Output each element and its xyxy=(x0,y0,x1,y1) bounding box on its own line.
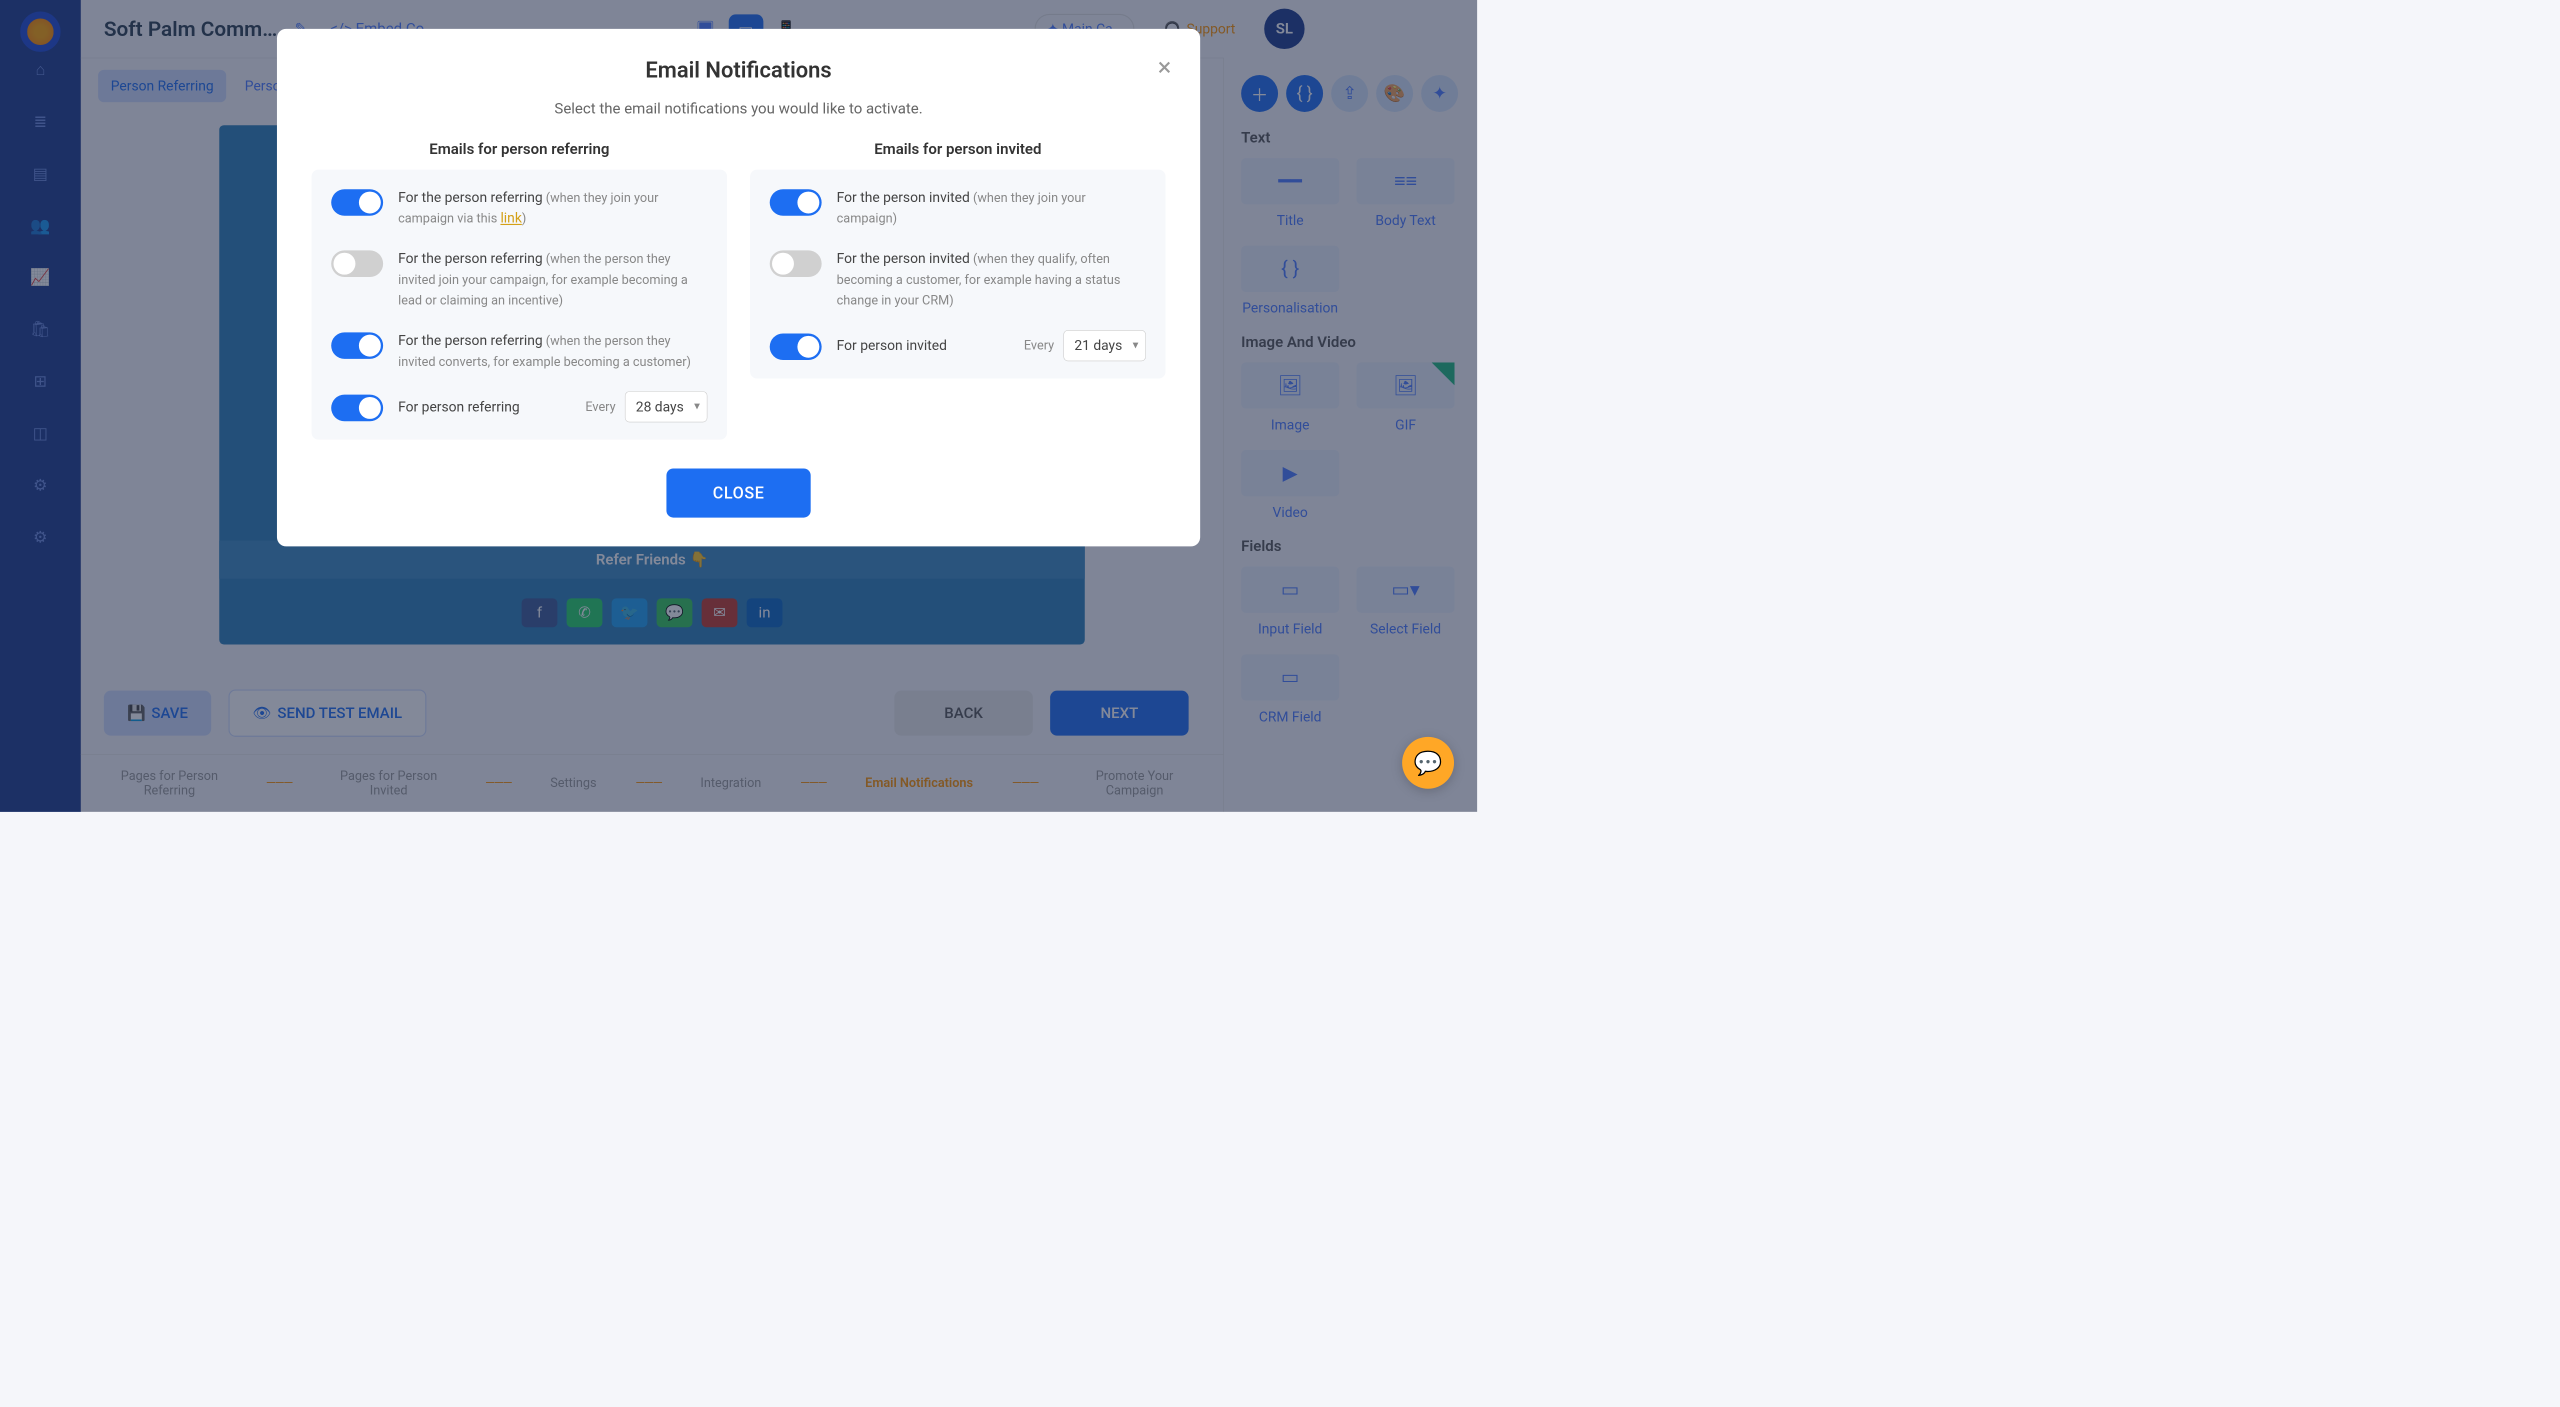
row-main: For the person referring xyxy=(398,250,542,266)
referring-card: For the person referring (when they join… xyxy=(312,170,727,440)
referring-frequency-select[interactable]: 28 days xyxy=(625,391,708,422)
email-notifications-modal: × Email Notifications Select the email n… xyxy=(277,29,1200,547)
invited-card: For the person invited (when they join y… xyxy=(750,170,1165,379)
toggle-invited-join[interactable] xyxy=(770,189,822,216)
modal-title: Email Notifications xyxy=(312,58,1166,83)
modal-subtitle: Select the email notifications you would… xyxy=(312,100,1166,117)
chat-widget-icon[interactable]: 💬 xyxy=(1402,737,1454,789)
row-text: For the person referring (when the perso… xyxy=(398,330,707,372)
row-main: For the person invited xyxy=(837,250,970,266)
toggle-invited-qualify[interactable] xyxy=(770,250,822,277)
column-invited: Emails for person invited For the person… xyxy=(750,141,1165,440)
every-label: Every xyxy=(585,400,615,414)
close-icon[interactable]: × xyxy=(1158,52,1172,82)
row-main: For the person invited xyxy=(837,189,970,205)
toggle-referring-convert[interactable] xyxy=(331,332,383,359)
column-header-referring: Emails for person referring xyxy=(312,141,727,158)
row-note-post: ) xyxy=(522,212,526,226)
row-main: For the person referring xyxy=(398,332,542,348)
link[interactable]: link xyxy=(500,210,521,226)
toggle-referring-recurring[interactable] xyxy=(331,395,383,422)
every-control: Every 28 days xyxy=(585,391,707,422)
row-text: For person referring xyxy=(398,396,570,417)
row-text: For the person invited (when they qualif… xyxy=(837,248,1146,310)
modal-overlay: × Email Notifications Select the email n… xyxy=(0,0,1477,812)
row-text: For person invited xyxy=(837,335,1009,356)
column-header-invited: Emails for person invited xyxy=(750,141,1165,158)
column-referring: Emails for person referring For the pers… xyxy=(312,141,727,440)
row-text: For the person referring (when they join… xyxy=(398,187,707,229)
toggle-referring-lead[interactable] xyxy=(331,250,383,277)
row-text: For the person invited (when they join y… xyxy=(837,187,1146,229)
every-label: Every xyxy=(1024,338,1054,352)
row-main: For the person referring xyxy=(398,189,542,205)
close-button[interactable]: CLOSE xyxy=(667,469,811,518)
row-text: For the person referring (when the perso… xyxy=(398,248,707,310)
invited-frequency-select[interactable]: 21 days xyxy=(1063,330,1146,361)
toggle-referring-join[interactable] xyxy=(331,189,383,216)
toggle-invited-recurring[interactable] xyxy=(770,334,822,361)
every-control: Every 21 days xyxy=(1024,330,1146,361)
